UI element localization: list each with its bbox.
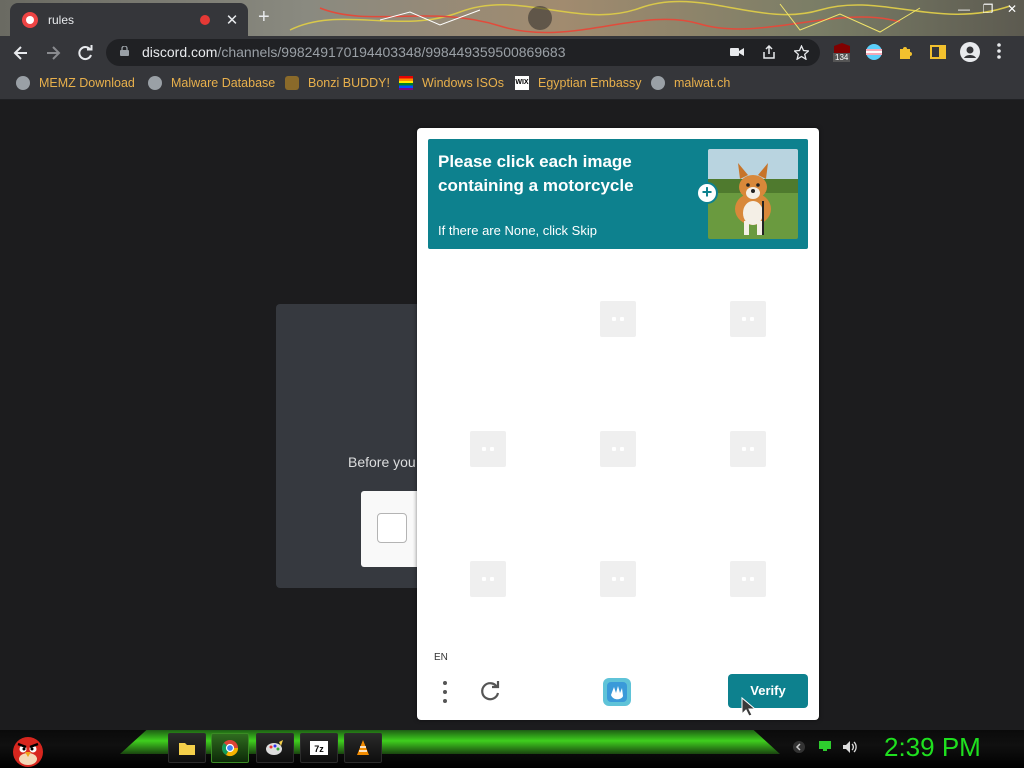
arrow-left-icon [13, 46, 27, 60]
challenge-subtitle: If there are None, click Skip [438, 223, 597, 238]
taskbar-paint[interactable] [256, 733, 294, 763]
menu-dots-icon[interactable] [441, 679, 449, 705]
hcaptcha-challenge: Please click each image containing a mot… [417, 128, 819, 720]
ublock-extension-icon[interactable]: 134 [832, 42, 852, 62]
paint-icon [266, 740, 283, 755]
address-bar[interactable]: discord.com/channels/998249170194403348/… [106, 39, 820, 66]
volume-icon[interactable] [842, 740, 858, 757]
bookmark-star-icon[interactable] [792, 44, 810, 63]
svg-text:7z: 7z [314, 744, 324, 754]
taskbar-clock[interactable]: 2:39 PM [884, 732, 981, 763]
bookmark-memz[interactable]: MEMZ Download [16, 76, 135, 90]
window-controls: — ❐ ✕ [952, 0, 1024, 22]
bookmark-label: Bonzi BUDDY! [308, 76, 390, 90]
share-icon[interactable] [760, 44, 778, 62]
windows-flag-icon [399, 76, 413, 90]
wix-icon: WIX [515, 76, 529, 90]
arrow-right-icon [47, 46, 61, 60]
refresh-challenge-icon[interactable] [477, 678, 503, 704]
minimize-button[interactable]: — [952, 0, 976, 22]
challenge-title: Please click each image containing a mot… [438, 152, 634, 195]
expand-sample-button[interactable]: + [696, 182, 718, 204]
challenge-image-tile[interactable] [600, 431, 636, 467]
bookmark-malwatch[interactable]: malwat.ch [651, 76, 730, 90]
browser-tab-rules[interactable]: rules ✕ [10, 3, 248, 36]
side-panel-icon[interactable] [930, 42, 950, 62]
vlc-icon [357, 740, 369, 755]
bookmark-label: MEMZ Download [39, 76, 135, 90]
recording-indicator-icon [200, 14, 210, 25]
mouse-cursor-icon [741, 696, 757, 717]
angry-bird-start-icon[interactable] [8, 730, 48, 768]
7zip-icon: 7z [310, 741, 328, 755]
tab-close-button[interactable]: ✕ [224, 11, 240, 29]
bookmark-label: Windows ISOs [422, 76, 504, 90]
taskbar-file-explorer[interactable] [168, 733, 206, 763]
wallpaper-scribble [289, 0, 1011, 34]
discord-favicon-icon [22, 11, 38, 28]
globe-icon [16, 76, 30, 90]
close-window-button[interactable]: ✕ [1000, 0, 1024, 22]
reload-icon [78, 45, 93, 61]
bookmark-malware-database[interactable]: Malware Database [148, 76, 275, 90]
bonzi-icon [285, 76, 299, 90]
challenge-image-tile[interactable] [470, 431, 506, 467]
url-text: discord.com/channels/998249170194403348/… [142, 44, 565, 60]
challenge-image-tile[interactable] [600, 561, 636, 597]
file-explorer-icon [179, 743, 195, 755]
extensions-puzzle-icon[interactable] [898, 42, 918, 62]
profile-flag-icon[interactable] [866, 42, 886, 62]
chrome-menu-icon[interactable] [996, 42, 1016, 62]
browser-toolbar: discord.com/channels/998249170194403348/… [0, 36, 1024, 69]
taskbar-7zip[interactable]: 7z [300, 733, 338, 763]
challenge-image-tile[interactable] [600, 301, 636, 337]
verification-card: Before you [276, 304, 441, 588]
verification-text: Before you [348, 454, 416, 470]
bookmark-windows-isos[interactable]: Windows ISOs [399, 76, 504, 90]
taskbar-chrome[interactable] [211, 733, 249, 763]
challenge-image-tile[interactable] [730, 561, 766, 597]
hcaptcha-checkbox[interactable] [377, 513, 407, 543]
taskbar: 7z 2:39 PM [0, 730, 1024, 768]
network-icon[interactable] [818, 740, 832, 755]
browser-tab-strip: rules ✕ + — ❐ ✕ [0, 0, 1024, 36]
bookmark-bonzi-buddy[interactable]: Bonzi BUDDY! [285, 76, 390, 90]
url-path: /channels/998249170194403348/99844935950… [217, 44, 566, 60]
back-button[interactable] [10, 42, 32, 64]
camera-icon[interactable] [728, 45, 746, 61]
new-tab-button[interactable]: + [258, 6, 270, 29]
forward-button[interactable] [42, 42, 64, 64]
lock-icon [120, 46, 129, 56]
tab-title: rules [48, 12, 75, 27]
bookmark-label: Malware Database [171, 76, 276, 90]
bookmark-label: Egyptian Embassy [538, 76, 642, 90]
extension-badge: 134 [833, 53, 851, 62]
taskbar-vlc[interactable] [344, 733, 382, 763]
challenge-prompt: Please click each image containing a mot… [428, 139, 808, 249]
globe-icon [148, 76, 162, 90]
tray-expand-icon[interactable] [792, 740, 806, 757]
maximize-button[interactable]: ❐ [976, 0, 1000, 22]
globe-icon [651, 76, 665, 90]
challenge-image-tile[interactable] [470, 561, 506, 597]
screen: rules ✕ + — ❐ ✕ discord.com/channels/998… [0, 0, 1024, 768]
challenge-image-tile[interactable] [730, 301, 766, 337]
bookmark-label: malwat.ch [674, 76, 731, 90]
reload-button[interactable] [74, 42, 96, 64]
url-domain: discord.com [142, 44, 218, 60]
chrome-icon [221, 740, 239, 757]
profile-avatar-icon[interactable] [960, 42, 980, 62]
bookmark-egyptian-embassy[interactable]: WIX Egyptian Embassy [515, 76, 642, 90]
bookmarks-bar: MEMZ Download Malware Database Bonzi BUD… [0, 69, 1024, 100]
language-selector[interactable]: EN [434, 652, 448, 663]
challenge-image-tile[interactable] [730, 431, 766, 467]
sample-image [708, 149, 798, 239]
hcaptcha-logo-icon [603, 678, 631, 706]
